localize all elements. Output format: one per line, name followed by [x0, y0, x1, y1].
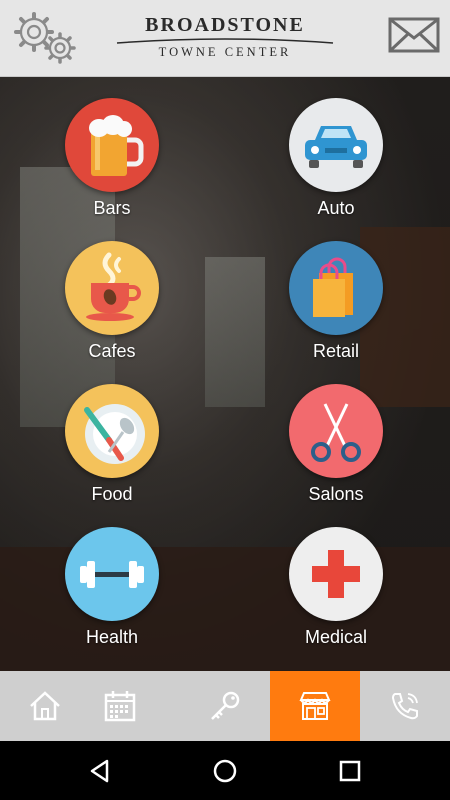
category-label: Auto	[317, 198, 355, 218]
back-triangle-icon[interactable]	[85, 756, 115, 786]
logo-swoosh	[116, 38, 334, 44]
food-circle	[65, 384, 159, 478]
auto-circle	[289, 98, 383, 192]
gears-icon	[14, 12, 76, 64]
background-window	[205, 257, 265, 407]
home-circle-icon[interactable]	[210, 756, 240, 786]
category-retail[interactable]: Retail	[261, 241, 411, 361]
category-label: Salons	[308, 484, 364, 504]
settings-button[interactable]	[10, 10, 80, 66]
mail-button[interactable]	[388, 16, 440, 54]
category-cafes[interactable]: Cafes	[37, 241, 187, 361]
tab-calendar[interactable]	[75, 671, 165, 741]
category-label: Retail	[312, 341, 360, 361]
health-circle	[65, 527, 159, 621]
coffee-cup-icon	[86, 252, 141, 321]
car-icon	[305, 126, 367, 168]
beer-mug-icon	[89, 115, 144, 176]
brand-subtitle: TOWNE CENTER	[158, 45, 292, 59]
category-health[interactable]: Health	[37, 527, 187, 647]
tab-shops[interactable]	[270, 671, 360, 741]
red-cross-icon	[312, 550, 360, 598]
category-salons[interactable]: Salons	[261, 384, 411, 504]
dumbbell-icon	[80, 561, 144, 588]
category-food[interactable]: Food	[37, 384, 187, 504]
brand-logo: BROADSTONE TOWNE CENTER	[110, 14, 340, 59]
bottom-tab-bar	[0, 671, 450, 741]
retail-circle	[289, 241, 383, 335]
category-label: Health	[85, 627, 139, 647]
brand-name: BROADSTONE	[145, 14, 305, 36]
category-label: Medical	[304, 627, 368, 647]
tab-phone[interactable]	[360, 671, 450, 741]
medical-circle	[289, 527, 383, 621]
recents-square-icon[interactable]	[335, 756, 365, 786]
phone-icon	[391, 693, 418, 720]
category-bars[interactable]: Bars	[37, 98, 187, 218]
system-nav-bar	[0, 741, 450, 800]
shopping-bag-icon	[313, 257, 353, 317]
scissors-icon	[311, 403, 361, 462]
category-auto[interactable]: Auto	[261, 98, 411, 218]
key-icon	[211, 691, 240, 720]
salons-circle	[289, 384, 383, 478]
category-label: Bars	[93, 198, 131, 218]
category-medical[interactable]: Medical	[261, 527, 411, 647]
storefront-icon	[299, 692, 331, 720]
app-header: BROADSTONE TOWNE CENTER	[0, 0, 450, 77]
bars-circle	[65, 98, 159, 192]
home-icon	[30, 691, 60, 721]
category-label: Cafes	[88, 341, 136, 361]
envelope-icon	[388, 17, 440, 53]
calendar-icon	[104, 691, 136, 722]
cafes-circle	[65, 241, 159, 335]
category-grid: Bars Auto Cafes Retail Food Salons Healt…	[0, 77, 450, 671]
tab-key[interactable]	[180, 671, 270, 741]
plate-cutlery-icon	[84, 404, 145, 464]
category-label: Food	[91, 484, 133, 504]
